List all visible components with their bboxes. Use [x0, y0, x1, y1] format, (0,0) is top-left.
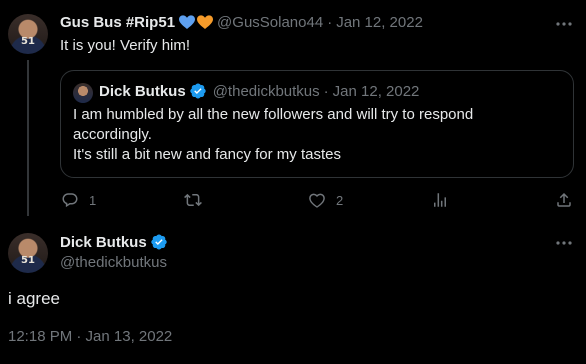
main-more-icon[interactable]: [554, 233, 574, 253]
main-author-name[interactable]: Dick Butkus: [60, 234, 147, 251]
reply-action[interactable]: 1: [61, 191, 96, 209]
quoted-author-handle: @thedickbutkus: [212, 82, 320, 100]
main-author-avatar[interactable]: 51: [8, 233, 48, 273]
quoted-avatar: [73, 83, 93, 103]
quoted-date: Jan 12, 2022: [332, 82, 420, 100]
quoted-text-line: accordingly.: [73, 126, 152, 143]
verified-icon: [190, 83, 206, 99]
separator-dot: ·: [327, 14, 333, 31]
views-action[interactable]: [431, 191, 449, 209]
share-icon: [557, 192, 571, 207]
quoted-tweet-card[interactable]: Dick Butkus @thedickbutkus · Jan 12, 202…: [60, 70, 574, 178]
reply-icon: [62, 193, 78, 208]
reply-author-handle[interactable]: @GusSolano44: [217, 14, 323, 31]
retweet-action[interactable]: [184, 191, 202, 209]
avatar-number: 51: [21, 36, 35, 47]
reply-tweet-header: Gus Bus #Rip51 @GusSolano44 · Jan 12, 20…: [60, 14, 423, 31]
quoted-author-name: Dick Butkus: [99, 82, 186, 100]
reply-tweet-text: It is you! Verify him!: [60, 37, 191, 54]
views-icon: [434, 193, 446, 207]
reply-author-name[interactable]: Gus Bus #Rip51: [60, 14, 175, 31]
verified-icon: [151, 234, 167, 250]
quoted-tweet-text: I am humbled by all the new followers an…: [73, 105, 473, 165]
reply-more-icon[interactable]: [554, 14, 574, 34]
reply-count: 1: [89, 192, 97, 208]
thread-line: [27, 60, 29, 216]
main-tweet-text: i agree: [8, 289, 60, 308]
retweet-icon: [184, 193, 202, 207]
main-author-handle[interactable]: @thedickbutkus: [60, 254, 167, 271]
reply-date[interactable]: Jan 12, 2022: [336, 14, 423, 31]
avatar-number: 51: [21, 255, 35, 266]
like-action[interactable]: 2: [308, 191, 343, 209]
quoted-text-line: It's still a bit new and fancy for my ta…: [73, 146, 341, 163]
share-action[interactable]: [555, 191, 573, 209]
orange-heart-icon: [197, 15, 214, 29]
main-handle-row: @thedickbutkus: [60, 254, 167, 271]
quoted-text-line: I am humbled by all the new followers an…: [73, 106, 474, 123]
blue-heart-icon: [179, 15, 196, 29]
like-count: 2: [336, 192, 344, 208]
like-icon: [309, 193, 325, 208]
quoted-tweet-header: Dick Butkus @thedickbutkus · Jan 12, 202…: [99, 82, 419, 100]
main-timestamp[interactable]: 12:18 PM · Jan 13, 2022: [8, 328, 172, 345]
separator-dot: ·: [323, 82, 329, 100]
gus-avatar[interactable]: 51: [8, 14, 48, 54]
main-tweet-header: Dick Butkus: [60, 233, 168, 251]
